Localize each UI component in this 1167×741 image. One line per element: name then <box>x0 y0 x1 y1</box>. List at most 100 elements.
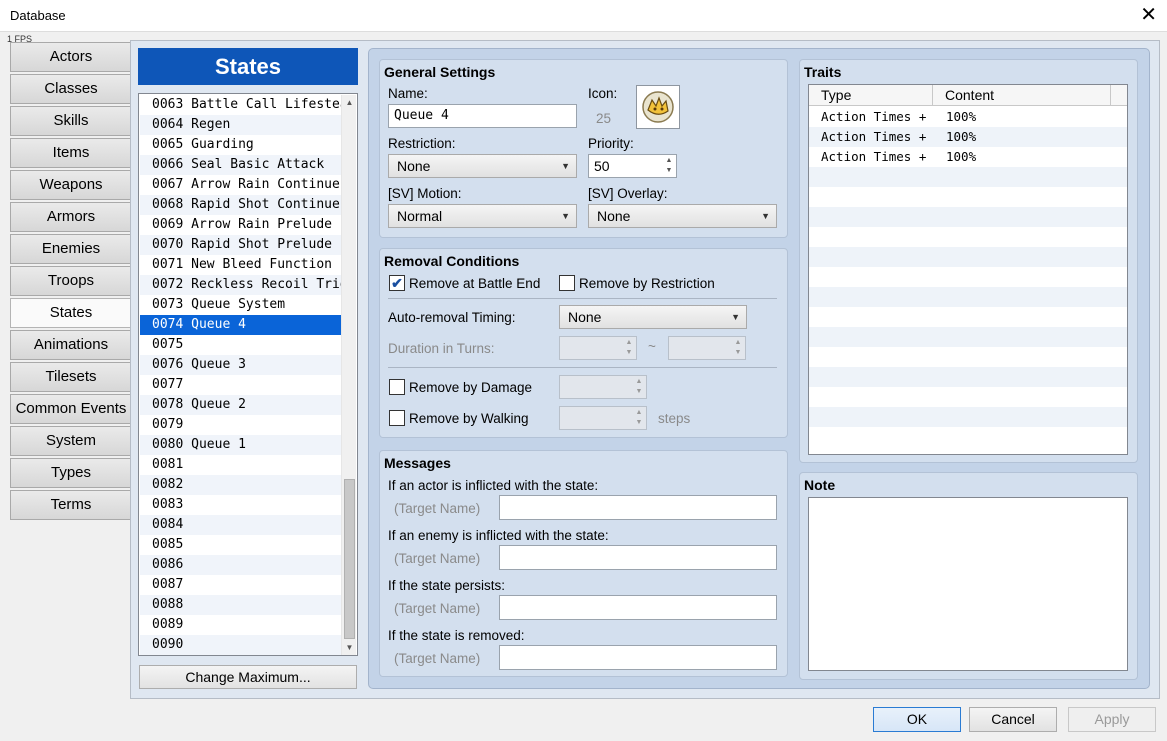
scroll-down-icon[interactable]: ▼ <box>342 640 357 655</box>
list-item[interactable]: 0071 New Bleed Function <box>140 255 342 275</box>
tab-states[interactable]: States <box>10 298 131 328</box>
stepper-up-icon[interactable]: ▲ <box>734 338 742 348</box>
list-item[interactable]: 0076 Queue 3 <box>140 355 342 375</box>
tab-types[interactable]: Types <box>10 458 131 488</box>
trait-row[interactable] <box>809 247 1127 267</box>
tab-weapons[interactable]: Weapons <box>10 170 131 200</box>
stepper-down-icon[interactable]: ▼ <box>625 348 633 358</box>
trait-row[interactable] <box>809 307 1127 327</box>
list-item[interactable]: 0090 <box>140 635 342 655</box>
damage-stepper[interactable]: ▲ ▼ <box>559 375 647 399</box>
name-input[interactable]: Queue 4 <box>388 104 577 128</box>
list-item[interactable]: 0079 <box>140 415 342 435</box>
walking-stepper[interactable]: ▲ ▼ <box>559 406 647 430</box>
list-scrollbar[interactable]: ▲ ▼ <box>341 95 357 655</box>
trait-row[interactable] <box>809 427 1127 447</box>
tab-armors[interactable]: Armors <box>10 202 131 232</box>
tab-classes[interactable]: Classes <box>10 74 131 104</box>
list-item[interactable]: 0084 <box>140 515 342 535</box>
list-item[interactable]: 0068 Rapid Shot Continue 2 <box>140 195 342 215</box>
tab-actors[interactable]: Actors <box>10 42 131 72</box>
trait-row[interactable] <box>809 327 1127 347</box>
column-type[interactable]: Type <box>809 85 933 106</box>
tab-tilesets[interactable]: Tilesets <box>10 362 131 392</box>
state-icon[interactable] <box>636 85 680 129</box>
enemy-message-input[interactable] <box>499 545 777 570</box>
close-icon[interactable]: ✕ <box>1140 3 1157 27</box>
persists-message-input[interactable] <box>499 595 777 620</box>
duration-max-stepper[interactable]: ▲ ▼ <box>668 336 746 360</box>
list-item[interactable]: 0078 Queue 2 <box>140 395 342 415</box>
trait-row[interactable] <box>809 207 1127 227</box>
damage-checkbox[interactable] <box>389 379 405 395</box>
list-item[interactable]: 0089 <box>140 615 342 635</box>
list-item[interactable]: 0075 <box>140 335 342 355</box>
trait-row[interactable]: Action Times + 100% <box>809 147 1127 167</box>
trait-row[interactable]: Action Times + 100% <box>809 127 1127 147</box>
actor-message-input[interactable] <box>499 495 777 520</box>
list-item[interactable]: 0080 Queue 1 <box>140 435 342 455</box>
change-maximum-button[interactable]: Change Maximum... <box>139 665 357 689</box>
removed-message-input[interactable] <box>499 645 777 670</box>
list-item[interactable]: 0085 <box>140 535 342 555</box>
timing-select[interactable]: None ▼ <box>559 305 747 329</box>
trait-row[interactable] <box>809 367 1127 387</box>
tab-animations[interactable]: Animations <box>10 330 131 360</box>
trait-row[interactable] <box>809 387 1127 407</box>
list-item[interactable]: 0066 Seal Basic Attack <box>140 155 342 175</box>
list-item[interactable]: 0088 <box>140 595 342 615</box>
stepper-up-icon[interactable]: ▲ <box>635 408 643 418</box>
motion-select[interactable]: Normal ▼ <box>388 204 577 228</box>
ok-button[interactable]: OK <box>873 707 961 732</box>
restriction-checkbox[interactable] <box>559 275 575 291</box>
trait-row[interactable] <box>809 287 1127 307</box>
trait-row[interactable] <box>809 227 1127 247</box>
trait-row[interactable] <box>809 187 1127 207</box>
tab-enemies[interactable]: Enemies <box>10 234 131 264</box>
battle-end-checkbox[interactable]: ✔ <box>389 275 405 291</box>
stepper-down-icon[interactable]: ▼ <box>635 418 643 428</box>
stepper-down-icon[interactable]: ▼ <box>635 387 643 397</box>
stepper-up-icon[interactable]: ▲ <box>635 377 643 387</box>
list-item[interactable]: 0063 Battle Call Lifesteal <box>140 95 342 115</box>
scroll-up-icon[interactable]: ▲ <box>342 95 357 111</box>
list-item[interactable]: 0072 Reckless Recoil Trig… <box>140 275 342 295</box>
tab-troops[interactable]: Troops <box>10 266 131 296</box>
stepper-up-icon[interactable]: ▲ <box>625 338 633 348</box>
trait-row[interactable] <box>809 167 1127 187</box>
list-item[interactable]: 0087 <box>140 575 342 595</box>
scroll-thumb[interactable] <box>344 479 355 639</box>
duration-min-stepper[interactable]: ▲ ▼ <box>559 336 637 360</box>
trait-row[interactable] <box>809 267 1127 287</box>
column-content[interactable]: Content <box>933 85 1111 106</box>
list-item[interactable]: 0081 <box>140 455 342 475</box>
list-item[interactable]: 0077 <box>140 375 342 395</box>
list-item[interactable]: 0082 <box>140 475 342 495</box>
stepper-up-icon[interactable]: ▲ <box>665 156 673 166</box>
stepper-down-icon[interactable]: ▼ <box>665 166 673 176</box>
priority-stepper[interactable]: 50 ▲ ▼ <box>588 154 677 178</box>
list-item[interactable]: 0086 <box>140 555 342 575</box>
list-item[interactable]: 0069 Arrow Rain Prelude <box>140 215 342 235</box>
note-textarea[interactable] <box>808 497 1128 671</box>
tab-skills[interactable]: Skills <box>10 106 131 136</box>
traits-table[interactable]: Type Content Action Times +100% Action Ti… <box>808 84 1128 455</box>
cancel-button[interactable]: Cancel <box>969 707 1057 732</box>
walking-checkbox[interactable] <box>389 410 405 426</box>
list-item[interactable]: 0083 <box>140 495 342 515</box>
trait-row[interactable] <box>809 347 1127 367</box>
trait-row[interactable] <box>809 407 1127 427</box>
overlay-select[interactable]: None ▼ <box>588 204 777 228</box>
restriction-select[interactable]: None ▼ <box>388 154 577 178</box>
trait-row[interactable]: Action Times + 100% <box>809 107 1127 127</box>
list-item[interactable]: 0065 Guarding <box>140 135 342 155</box>
list-item[interactable]: 0074 Queue 4 <box>140 315 342 335</box>
tab-items[interactable]: Items <box>10 138 131 168</box>
tab-common-events[interactable]: Common Events <box>10 394 131 424</box>
list-item[interactable]: 0067 Arrow Rain Continue 2 <box>140 175 342 195</box>
tab-system[interactable]: System <box>10 426 131 456</box>
list-item[interactable]: 0064 Regen <box>140 115 342 135</box>
list-item[interactable]: 0070 Rapid Shot Prelude <box>140 235 342 255</box>
apply-button[interactable]: Apply <box>1068 707 1156 732</box>
tab-terms[interactable]: Terms <box>10 490 131 520</box>
